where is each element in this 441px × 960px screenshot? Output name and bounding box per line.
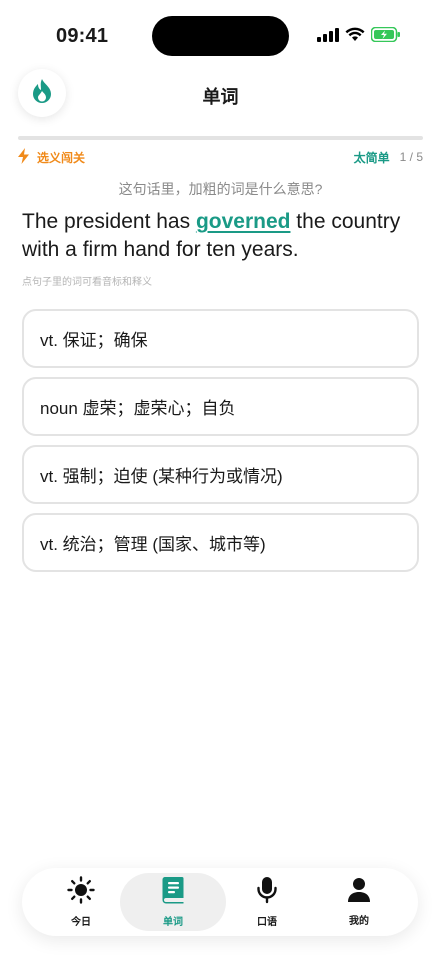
mode-row: 选义闯关 太简单 1 / 5 — [18, 147, 423, 167]
status-icons — [317, 26, 401, 47]
wifi-icon — [345, 27, 365, 47]
answer-option-label: vt. 强制；迫使 (某种行为或情况) — [40, 467, 283, 486]
mode-right: 太简单 1 / 5 — [354, 149, 423, 166]
answer-options: vt. 保证；确保 noun 虚荣；虚荣心；自负 vt. 强制；迫使 (某种行为… — [22, 309, 419, 581]
tab-today[interactable]: 今日 — [28, 873, 134, 931]
status-time: 09:41 — [56, 25, 109, 47]
progress-bar — [18, 136, 423, 140]
tab-words[interactable]: 单词 — [120, 873, 226, 931]
highlighted-word[interactable]: governed — [196, 210, 291, 233]
question-counter: 1 / 5 — [399, 150, 423, 164]
dynamic-island — [152, 16, 289, 56]
bottom-tab-bar: 今日 单词 口语 我的 — [22, 868, 418, 936]
tab-label: 我的 — [349, 916, 369, 927]
question-prompt: 这句话里，加粗的词是什么意思? — [118, 181, 323, 197]
example-sentence[interactable]: The president has governed the country w… — [22, 208, 422, 264]
answer-option-label: noun 虚荣；虚荣心；自负 — [40, 399, 236, 418]
answer-option-label: vt. 统治；管理 (国家、城市等) — [40, 535, 266, 554]
too-easy-button[interactable]: 太简单 — [354, 149, 390, 166]
header: 单词 — [0, 64, 441, 124]
tab-speaking[interactable]: 口语 — [214, 873, 320, 931]
signal-icon — [317, 27, 339, 47]
answer-option[interactable]: vt. 保证；确保 — [22, 309, 419, 368]
tab-label: 今日 — [71, 917, 91, 928]
status-bar: 09:41 — [0, 0, 441, 70]
battery-icon — [370, 26, 401, 47]
answer-option[interactable]: vt. 强制；迫使 (某种行为或情况) — [22, 445, 419, 504]
sentence-before[interactable]: The president has — [22, 210, 196, 233]
tap-hint: 点句子里的词可看音标和释义 — [22, 277, 152, 288]
lightning-icon — [18, 147, 29, 167]
answer-option[interactable]: noun 虚荣；虚荣心；自负 — [22, 377, 419, 436]
answer-option-label: vt. 保证；确保 — [40, 331, 148, 350]
mode-label-group: 选义闯关 — [18, 147, 86, 167]
tab-label: 口语 — [257, 917, 277, 928]
tab-me[interactable]: 我的 — [306, 873, 412, 931]
page-title: 单词 — [202, 87, 239, 107]
answer-option[interactable]: vt. 统治；管理 (国家、城市等) — [22, 513, 419, 572]
tab-label: 单词 — [163, 917, 183, 928]
microphone-icon — [256, 876, 278, 909]
sun-icon — [67, 876, 95, 909]
mode-label: 选义闯关 — [37, 150, 86, 165]
person-icon — [347, 877, 371, 908]
book-icon — [161, 876, 185, 909]
